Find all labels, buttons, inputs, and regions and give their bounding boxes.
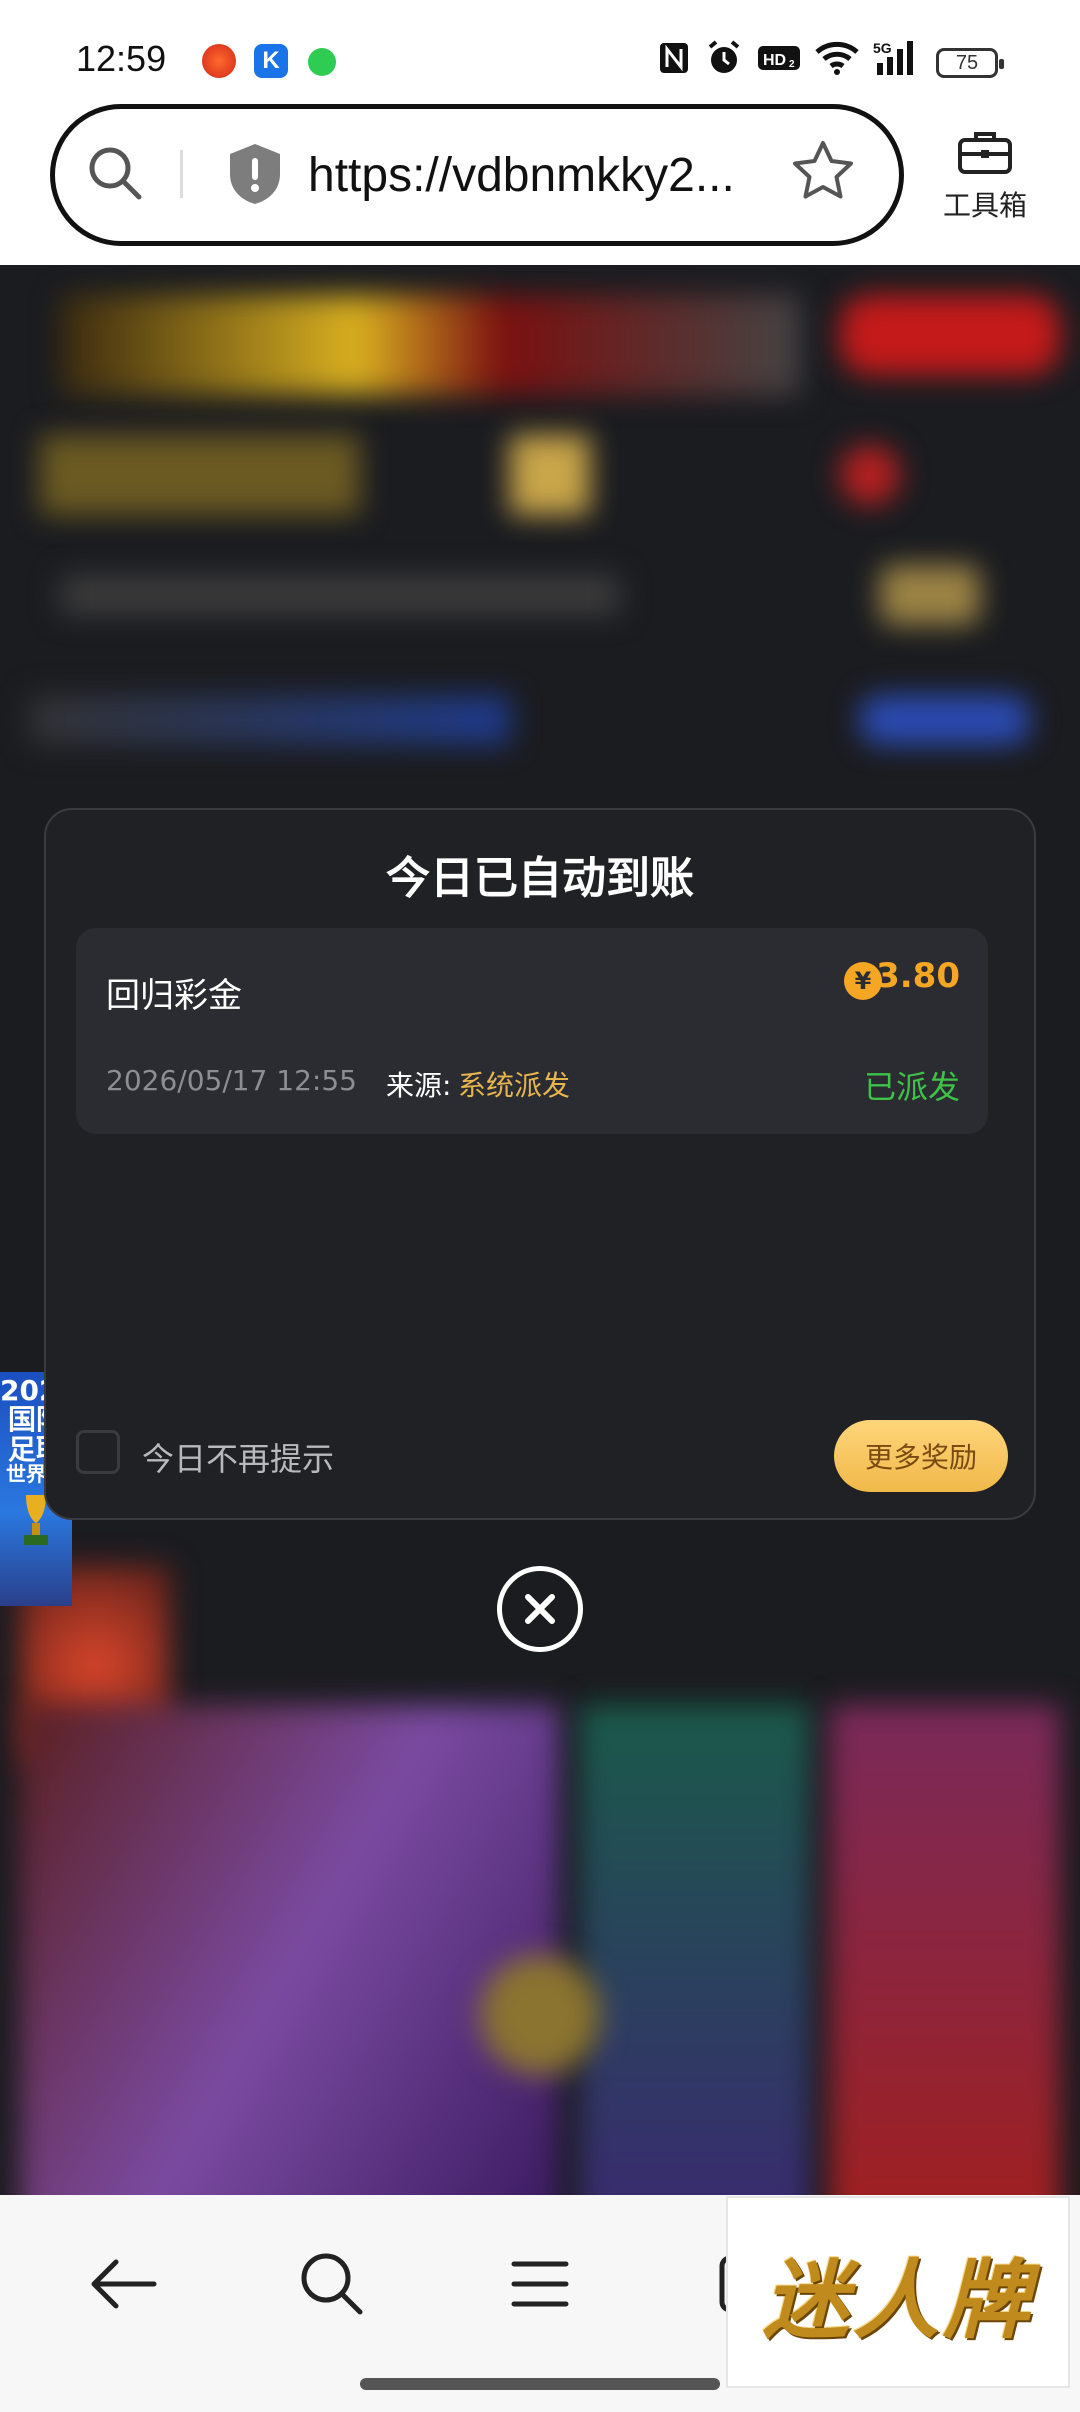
- alarm-icon: [704, 38, 744, 78]
- toolbox-label: 工具箱: [942, 189, 1027, 222]
- search-icon[interactable]: [84, 142, 148, 210]
- bookmark-star-icon[interactable]: [790, 138, 856, 208]
- watermark-logo: 迷人牌: [726, 2196, 1070, 2388]
- back-arrow-icon[interactable]: [88, 2248, 160, 2324]
- svg-text:5G: 5G: [873, 40, 892, 56]
- svg-text:2: 2: [789, 59, 795, 70]
- bg-red-dot: [840, 445, 900, 505]
- bg-gold-circle: [480, 1955, 600, 2075]
- home-indicator[interactable]: [360, 2378, 720, 2390]
- toolbox-button[interactable]: 工具箱: [940, 128, 1030, 224]
- bg-gold-block-2: [510, 435, 590, 515]
- reward-dialog: 今日已自动到账 回归彩金 ¥ 3.80 2026/05/17 12:55 来源:…: [44, 808, 1036, 1520]
- status-bar: 12:59 K HD 2 5G 75: [0, 0, 1080, 120]
- address-separator: [180, 150, 183, 198]
- nfc-icon: [656, 38, 692, 78]
- bg-blue-strip: [30, 695, 510, 745]
- bg-red-button: [840, 295, 1060, 375]
- nav-search-icon[interactable]: [296, 2248, 368, 2324]
- dialog-title: 今日已自动到账: [386, 853, 694, 904]
- bg-gray-line: [60, 575, 620, 615]
- app-k-icon: K: [254, 44, 288, 78]
- bg-game-tile-2: [580, 1705, 810, 2195]
- app-red-icon: [202, 44, 236, 78]
- reward-source: 系统派发: [458, 1069, 571, 1102]
- dont-show-today-label[interactable]: 今日不再提示: [142, 1434, 334, 1480]
- reward-status: 已派发: [863, 1068, 960, 1106]
- bg-top-banner: [60, 295, 800, 395]
- wifi-icon: [814, 38, 860, 78]
- signal-5g-icon: 5G: [872, 38, 924, 78]
- bg-gold-block-1: [40, 435, 360, 515]
- hd-icon: HD 2: [756, 38, 802, 78]
- reward-card: 回归彩金 ¥ 3.80 2026/05/17 12:55 来源: 系统派发 已派…: [76, 928, 988, 1134]
- bg-game-tile-1: [20, 1705, 560, 2195]
- close-dialog-button[interactable]: [497, 1566, 583, 1652]
- reward-amount: 3.80: [876, 956, 960, 996]
- status-time: 12:59: [76, 38, 167, 79]
- toolbox-icon: [956, 132, 1014, 180]
- url-text[interactable]: https://vdbnmkky2...: [308, 148, 748, 203]
- reward-source-label: 来源:: [386, 1069, 452, 1102]
- bg-game-tile-3: [830, 1705, 1060, 2195]
- security-shield-icon[interactable]: [226, 142, 284, 210]
- app-green-icon: [308, 48, 336, 76]
- battery-icon: 75: [936, 48, 1004, 78]
- svg-text:HD: HD: [763, 52, 786, 69]
- dont-show-today-checkbox[interactable]: [76, 1430, 120, 1474]
- more-rewards-button[interactable]: 更多奖励: [834, 1420, 1008, 1492]
- bg-gold-chip: [880, 565, 980, 625]
- menu-icon[interactable]: [504, 2248, 576, 2324]
- watermark-text: 迷人牌: [763, 2249, 1033, 2351]
- reward-datetime: 2026/05/17 12:55: [106, 1064, 357, 1097]
- reward-name: 回归彩金: [106, 976, 242, 1016]
- bg-blue-button: [860, 695, 1030, 745]
